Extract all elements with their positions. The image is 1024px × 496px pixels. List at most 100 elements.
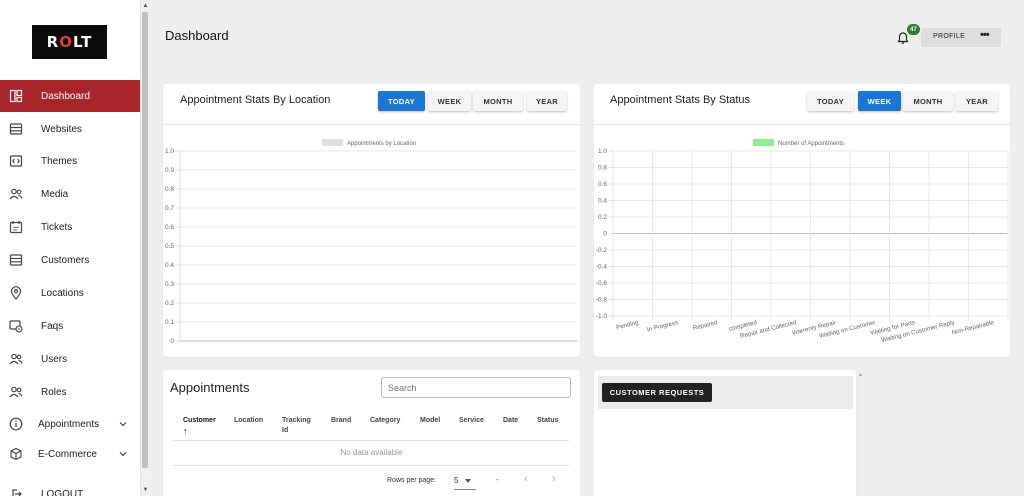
sidebar-item-e-commerce[interactable]: E-Commerce: [0, 438, 140, 470]
column-header-tracking-id[interactable]: Tracking Id: [282, 416, 314, 436]
profile-button[interactable]: PROFILE •••: [921, 28, 1001, 47]
column-header-model[interactable]: Model: [420, 416, 440, 426]
sidebar-item-themes[interactable]: Themes: [0, 145, 140, 177]
sidebar-item-appointments[interactable]: Appointments: [0, 408, 140, 440]
rolt-logo[interactable]: R O LT: [32, 25, 107, 59]
customer-requests-body: [598, 409, 853, 496]
sidebar-item-media[interactable]: Media: [0, 178, 140, 210]
legend-label: Appointments by Location: [347, 141, 416, 147]
chevron-down-icon[interactable]: [118, 419, 128, 429]
y-tick-label: 1.0: [165, 148, 174, 155]
y-tick-label: -0.8: [596, 297, 608, 304]
y-tick-label: 0.8: [598, 165, 607, 172]
scroll-up-arrow-icon[interactable]: ▲: [858, 372, 863, 378]
range-month-button[interactable]: MONTH: [473, 91, 523, 111]
code-icon: [9, 155, 23, 167]
column-header-date[interactable]: Date: [503, 416, 518, 426]
column-header-status[interactable]: Status: [537, 416, 558, 426]
scroll-down-arrow-icon[interactable]: ▼: [142, 486, 149, 494]
sidebar-item-customers[interactable]: Customers: [0, 244, 140, 276]
location-pin-icon: [10, 286, 22, 300]
rows-per-page-select[interactable]: 5: [454, 476, 458, 485]
sidebar-item-locations[interactable]: Locations: [0, 277, 140, 309]
range-today-button[interactable]: TODAY: [807, 91, 854, 111]
sidebar-item-label: Customers: [41, 254, 90, 266]
range-year-button[interactable]: YEAR: [956, 91, 998, 111]
select-underline: [454, 489, 476, 490]
column-header-brand[interactable]: Brand: [331, 416, 351, 426]
sidebar-item-roles[interactable]: Roles: [0, 376, 140, 408]
status-card-title: Appointment Stats By Status: [610, 94, 751, 106]
y-tick-label: 0.3: [165, 281, 174, 288]
page-title: Dashboard: [165, 28, 229, 43]
sidebar-item-label: Themes: [41, 155, 78, 167]
legend-swatch: [753, 139, 774, 146]
prev-page-icon[interactable]: ‹: [524, 473, 528, 485]
y-tick-label: -0.6: [596, 280, 608, 287]
legend-swatch: [322, 139, 343, 146]
notification-badge: 47: [907, 24, 920, 35]
y-tick-label: -0.4: [596, 264, 608, 271]
column-header-category[interactable]: Category: [370, 416, 400, 426]
status-stats-card: Appointment Stats By Status TODAY WEEK MON…: [594, 84, 1010, 357]
y-tick-label: 0.4: [165, 262, 174, 269]
rows-per-page-label: Rows per page:: [387, 477, 437, 484]
divider: [173, 465, 569, 466]
column-header-location[interactable]: Location: [234, 416, 263, 426]
divider: [173, 440, 569, 441]
appointments-title: Appointments: [170, 380, 250, 395]
customer-requests-button[interactable]: CUSTOMER REQUESTS: [602, 383, 712, 402]
dashboard-icon: [9, 89, 23, 103]
people-icon: [9, 188, 23, 200]
calendar-icon: [9, 221, 23, 234]
y-tick-label: 0.6: [598, 181, 607, 188]
x-tick-label: Repaired: [692, 319, 719, 332]
more-horizontal-icon[interactable]: •••: [980, 29, 990, 41]
customer-requests-header: CUSTOMER REQUESTS: [598, 376, 853, 409]
scrollbar-thumb[interactable]: [142, 12, 148, 468]
column-header-customer[interactable]: Customer: [183, 416, 216, 426]
sidebar-item-label: Roles: [41, 386, 67, 398]
people-icon: [9, 386, 23, 398]
sort-ascending-icon[interactable]: ↑: [183, 426, 188, 436]
logo-text: R: [46, 33, 60, 51]
x-tick-label: Non-Repairable: [951, 319, 995, 336]
range-today-button[interactable]: TODAY: [378, 91, 425, 111]
location-chart: Appointments by Location 1.0 0.9 0.8 0.7 0.6 0…: [165, 139, 577, 345]
y-tick-label: 1.0: [598, 148, 607, 155]
y-tick-label: 0.7: [165, 205, 174, 212]
sidebar-item-websites[interactable]: Websites: [0, 113, 140, 145]
next-page-icon[interactable]: ›: [552, 473, 556, 485]
appointments-card: Appointments Customer Location Tracking Id…: [163, 370, 580, 496]
sidebar-item-label: Users: [41, 353, 68, 365]
range-year-button[interactable]: YEAR: [527, 91, 567, 111]
dropdown-caret-icon[interactable]: [465, 479, 471, 483]
sidebar-item-logout[interactable]: LOGOUT: [0, 478, 140, 496]
y-tick-label: 0.5: [165, 243, 174, 250]
chart-legend[interactable]: Appointments by Location: [322, 139, 416, 147]
website-icon: [9, 254, 23, 266]
sidebar-item-tickets[interactable]: Tickets: [0, 211, 140, 243]
x-tick-label: Pending: [615, 319, 639, 331]
sidebar-item-label: Tickets: [41, 221, 73, 233]
y-tick-label: 0.2: [598, 214, 607, 221]
scroll-up-arrow-icon[interactable]: ▲: [142, 2, 149, 10]
y-tick-label: 0.1: [165, 319, 174, 326]
range-week-button[interactable]: WEEK: [428, 91, 471, 111]
chart-legend[interactable]: Number of Appointments: [753, 139, 844, 147]
column-header-service[interactable]: Service: [459, 416, 484, 426]
range-week-button[interactable]: WEEK: [858, 91, 901, 111]
y-tick-label: -0.2: [596, 247, 608, 254]
profile-label: PROFILE: [933, 33, 966, 40]
website-icon: [9, 123, 23, 135]
logo-text-accent: O: [59, 33, 73, 51]
location-card-title: Appointment Stats By Location: [180, 94, 331, 106]
sidebar-item-users[interactable]: Users: [0, 343, 140, 375]
chevron-down-icon[interactable]: [118, 449, 128, 459]
y-tick-label: 0.6: [165, 224, 174, 231]
sidebar-item-dashboard[interactable]: Dashboard: [0, 80, 140, 112]
search-input[interactable]: [381, 377, 571, 398]
range-month-button[interactable]: MONTH: [903, 91, 953, 111]
sidebar-scrollbar[interactable]: ▲ ▼: [140, 0, 149, 496]
sidebar-item-faqs[interactable]: Faqs: [0, 310, 140, 342]
